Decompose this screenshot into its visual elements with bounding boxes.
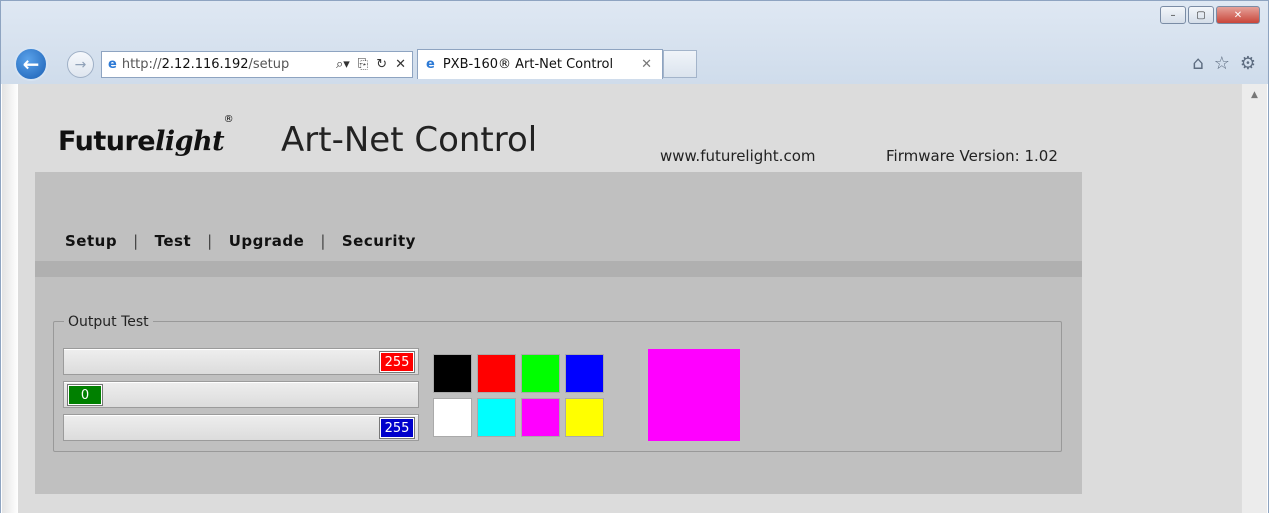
main-menu: Setup | Test | Upgrade | Security bbox=[65, 232, 416, 250]
output-test-legend: Output Test bbox=[64, 314, 153, 330]
swatch-black[interactable] bbox=[433, 354, 472, 393]
blue-slider[interactable]: 255 bbox=[63, 414, 419, 441]
new-tab-button[interactable] bbox=[663, 50, 697, 78]
menu-item-upgrade[interactable]: Upgrade bbox=[229, 232, 305, 250]
website-text: www.futurelight.com bbox=[660, 147, 816, 165]
browser-chrome: – ▢ ✕ ← → e http://2.12.116.192/setup ⌕▾… bbox=[0, 0, 1269, 84]
search-icon[interactable]: ⌕▾ bbox=[336, 57, 350, 72]
swatch-blue[interactable] bbox=[565, 354, 604, 393]
address-host: 2.12.116.192 bbox=[161, 57, 249, 72]
refresh-icon[interactable]: ↻ bbox=[376, 57, 387, 72]
window-controls: – ▢ ✕ bbox=[1160, 6, 1260, 24]
menu-item-test[interactable]: Test bbox=[155, 232, 192, 250]
address-path: /setup bbox=[248, 57, 290, 72]
address-prefix: http:// bbox=[121, 57, 162, 72]
green-slider[interactable]: 0 bbox=[63, 381, 419, 408]
logo-text-main: Future bbox=[58, 126, 156, 157]
stop-icon[interactable]: ✕ bbox=[395, 57, 406, 72]
vertical-scrollbar[interactable]: ▲ bbox=[1241, 84, 1267, 513]
browser-toolbar-icons: ⌂ ☆ ⚙ bbox=[1192, 53, 1256, 74]
color-preview bbox=[648, 349, 740, 441]
compatibility-icon[interactable]: ⎘ bbox=[358, 57, 368, 72]
menu-item-security[interactable]: Security bbox=[342, 232, 416, 250]
swatch-yellow[interactable] bbox=[565, 398, 604, 437]
arrow-left-icon: ← bbox=[22, 52, 40, 76]
left-edge bbox=[2, 84, 18, 513]
favorites-star-icon[interactable]: ☆ bbox=[1214, 53, 1230, 74]
web-page: Futurelight ® Art-Net Control www.future… bbox=[18, 84, 1243, 513]
browser-tab[interactable]: e PXB-160® Art-Net Control ✕ bbox=[417, 49, 663, 79]
page-title: Art-Net Control bbox=[281, 120, 538, 160]
swatch-magenta[interactable] bbox=[521, 398, 560, 437]
red-slider-handle[interactable]: 255 bbox=[379, 351, 415, 373]
firmware-version: Firmware Version: 1.02 bbox=[886, 147, 1058, 165]
futurelight-logo: Futurelight ® bbox=[58, 114, 234, 157]
swatch-red[interactable] bbox=[477, 354, 516, 393]
home-icon[interactable]: ⌂ bbox=[1192, 53, 1203, 74]
menu-separator: | bbox=[133, 232, 139, 250]
swatch-green[interactable] bbox=[521, 354, 560, 393]
tab-close-icon[interactable]: ✕ bbox=[641, 57, 652, 72]
arrow-right-icon: → bbox=[74, 56, 87, 73]
menu-divider-bar bbox=[35, 261, 1082, 277]
swatch-cyan[interactable] bbox=[477, 398, 516, 437]
menu-separator: | bbox=[320, 232, 326, 250]
menu-separator: | bbox=[207, 232, 213, 250]
logo-registered: ® bbox=[223, 114, 234, 125]
green-slider-handle[interactable]: 0 bbox=[67, 384, 103, 406]
red-slider[interactable]: 255 bbox=[63, 348, 419, 375]
gear-icon[interactable]: ⚙ bbox=[1240, 53, 1256, 74]
close-button[interactable]: ✕ bbox=[1216, 6, 1260, 24]
minimize-button[interactable]: – bbox=[1160, 6, 1186, 24]
menu-item-setup[interactable]: Setup bbox=[65, 232, 117, 250]
swatch-white[interactable] bbox=[433, 398, 472, 437]
forward-button[interactable]: → bbox=[67, 51, 94, 78]
maximize-button[interactable]: ▢ bbox=[1188, 6, 1214, 24]
logo-text-italic: light bbox=[155, 126, 225, 157]
back-button[interactable]: ← bbox=[14, 47, 48, 81]
tab-title: PXB-160® Art-Net Control bbox=[442, 57, 614, 72]
page-viewport: Futurelight ® Art-Net Control www.future… bbox=[0, 84, 1269, 513]
address-bar[interactable]: e http://2.12.116.192/setup ⌕▾ ⎘ ↻ ✕ bbox=[101, 51, 413, 78]
blue-slider-handle[interactable]: 255 bbox=[379, 417, 415, 439]
ie-logo-icon: e bbox=[426, 57, 435, 72]
ie-logo-icon: e bbox=[108, 57, 117, 72]
scroll-up-icon[interactable]: ▲ bbox=[1242, 84, 1267, 106]
